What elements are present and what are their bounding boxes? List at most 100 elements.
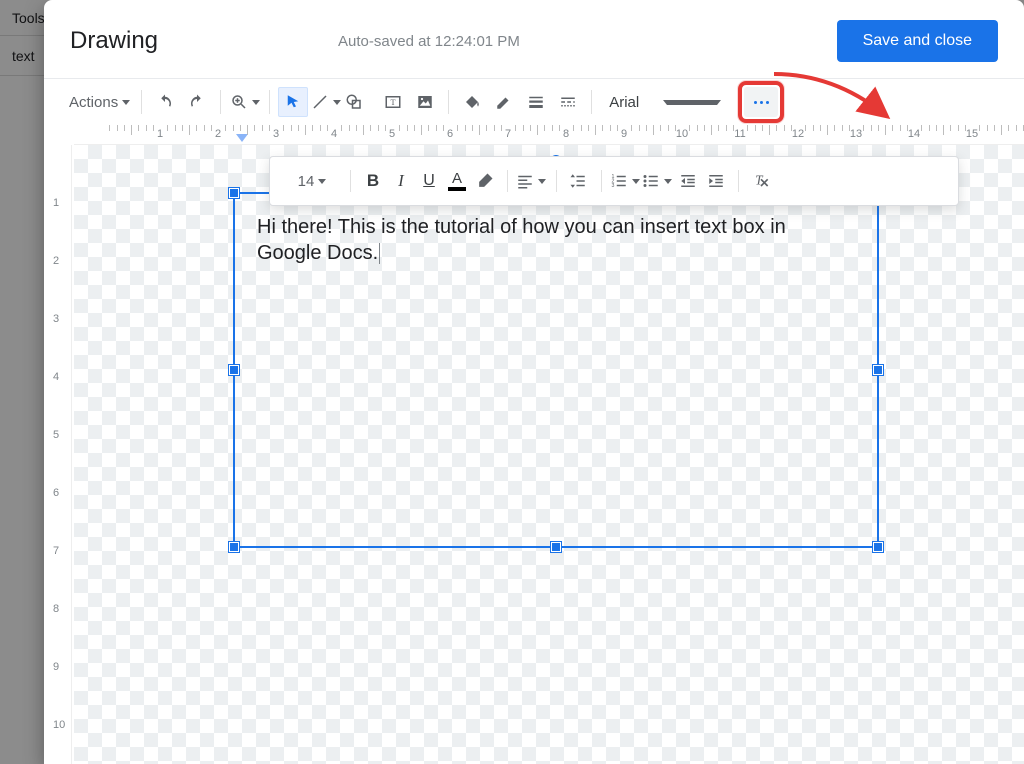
drawing-toolbar: Actions T: [44, 79, 1024, 125]
dialog-header: Drawing Auto-saved at 12:24:01 PM Save a…: [44, 0, 1024, 78]
border-weight[interactable]: [521, 87, 551, 117]
ruler-v-label: 7: [53, 545, 59, 557]
text-format-toolbar: 14 B I U A 123: [269, 156, 959, 206]
clear-formatting-button[interactable]: T: [747, 167, 775, 195]
textbox-icon: T: [384, 93, 402, 111]
ruler-h-label: 11: [734, 128, 745, 140]
ruler-horizontal[interactable]: 12345678910111213141516: [74, 125, 1024, 145]
text-color-button[interactable]: A: [443, 167, 471, 195]
line-tool[interactable]: [310, 87, 342, 117]
ruler-h-label: 5: [389, 128, 395, 140]
ruler-v-label: 6: [53, 487, 59, 499]
svg-text:T: T: [391, 98, 396, 107]
drawing-canvas[interactable]: Hi there! This is the tutorial of how yo…: [74, 145, 1024, 764]
resize-handle-e[interactable]: [873, 365, 883, 375]
ruler-v-label: 2: [53, 255, 59, 267]
shape-tool[interactable]: [344, 87, 376, 117]
indent-first-line-icon[interactable]: [236, 134, 248, 145]
resize-handle-nw[interactable]: [229, 188, 239, 198]
chevron-down-icon: [664, 179, 672, 184]
save-and-close-button[interactable]: Save and close: [837, 20, 998, 62]
ruler-h-label: 14: [908, 128, 920, 140]
indent-increase-icon: [707, 172, 725, 190]
numbered-list-menu[interactable]: 123: [610, 167, 642, 195]
font-size-select[interactable]: 14: [282, 167, 342, 195]
ruler-vertical[interactable]: 12345678910: [44, 145, 72, 764]
align-menu[interactable]: [516, 167, 548, 195]
ruler-h-label: 4: [331, 128, 337, 140]
chevron-down-icon: [252, 100, 260, 105]
line-spacing-menu[interactable]: [565, 167, 593, 195]
selected-textbox[interactable]: Hi there! This is the tutorial of how yo…: [233, 192, 879, 548]
underline-button[interactable]: U: [415, 167, 443, 195]
text-cursor: [379, 243, 380, 264]
line-weight-icon: [527, 93, 545, 111]
actions-label: Actions: [69, 94, 118, 111]
ruler-h-label: 10: [676, 128, 688, 140]
textbox-tool[interactable]: T: [378, 87, 408, 117]
increase-indent-button[interactable]: [702, 167, 730, 195]
ruler-v-label: 5: [53, 429, 59, 441]
image-tool[interactable]: [410, 87, 440, 117]
line-icon: [311, 93, 329, 111]
drawing-dialog: Drawing Auto-saved at 12:24:01 PM Save a…: [44, 0, 1024, 764]
ruler-h-label: 9: [621, 128, 627, 140]
resize-handle-sw[interactable]: [229, 542, 239, 552]
canvas-area: 12345678910 Hi there! This is the tutori…: [44, 145, 1024, 764]
ruler-h-label: 13: [850, 128, 862, 140]
textbox-content: Hi there! This is the tutorial of how yo…: [257, 216, 786, 264]
annotation-highlight: [738, 81, 784, 123]
actions-menu[interactable]: Actions: [66, 87, 133, 117]
resize-handle-w[interactable]: [229, 365, 239, 375]
fill-color[interactable]: [457, 87, 487, 117]
align-left-icon: [516, 172, 534, 190]
undo-button[interactable]: [150, 87, 180, 117]
line-dash-icon: [559, 93, 577, 111]
chevron-down-icon: [122, 100, 130, 105]
undo-icon: [156, 93, 174, 111]
ruler-h-label: 6: [447, 128, 453, 140]
line-spacing-icon: [569, 172, 587, 190]
highlighter-icon: [475, 171, 495, 191]
more-icon: [754, 101, 769, 104]
italic-button[interactable]: I: [387, 167, 415, 195]
numbered-list-icon: 123: [610, 172, 628, 190]
paint-bucket-icon: [463, 93, 481, 111]
toolbar-text-item: text: [12, 48, 35, 64]
ruler-v-label: 1: [53, 197, 59, 209]
highlight-color-button[interactable]: [471, 167, 499, 195]
redo-button[interactable]: [182, 87, 212, 117]
bulleted-list-menu[interactable]: [642, 167, 674, 195]
more-options-button[interactable]: [744, 87, 778, 117]
ruler-v-label: 4: [53, 371, 59, 383]
image-icon: [416, 93, 434, 111]
chevron-down-icon: [538, 179, 546, 184]
select-tool[interactable]: [278, 87, 308, 117]
font-family-select[interactable]: Arial: [600, 87, 730, 117]
autosave-status: Auto-saved at 12:24:01 PM: [158, 33, 837, 50]
pencil-icon: [495, 93, 513, 111]
zoom-menu[interactable]: [229, 87, 261, 117]
chevron-down-icon: [632, 179, 640, 184]
border-dash[interactable]: [553, 87, 583, 117]
ruler-h-label: 7: [505, 128, 511, 140]
shape-icon: [345, 93, 363, 111]
zoom-icon: [230, 93, 248, 111]
border-color[interactable]: [489, 87, 519, 117]
ruler-h-label: 15: [966, 128, 978, 140]
ruler-v-label: 10: [53, 719, 65, 731]
ruler-h-label: 2: [215, 128, 221, 140]
ruler-v-label: 8: [53, 603, 59, 615]
resize-handle-se[interactable]: [873, 542, 883, 552]
menu-tools: Tools: [12, 10, 45, 26]
ruler-h-label: 1: [157, 128, 163, 140]
chevron-down-icon: [333, 100, 341, 105]
font-name-label: Arial: [609, 94, 659, 111]
bold-button[interactable]: B: [359, 167, 387, 195]
decrease-indent-button[interactable]: [674, 167, 702, 195]
chevron-down-icon: [663, 100, 721, 105]
clear-format-icon: T: [751, 171, 771, 191]
redo-icon: [188, 93, 206, 111]
resize-handle-s[interactable]: [551, 542, 561, 552]
ruler-h-label: 8: [563, 128, 569, 140]
